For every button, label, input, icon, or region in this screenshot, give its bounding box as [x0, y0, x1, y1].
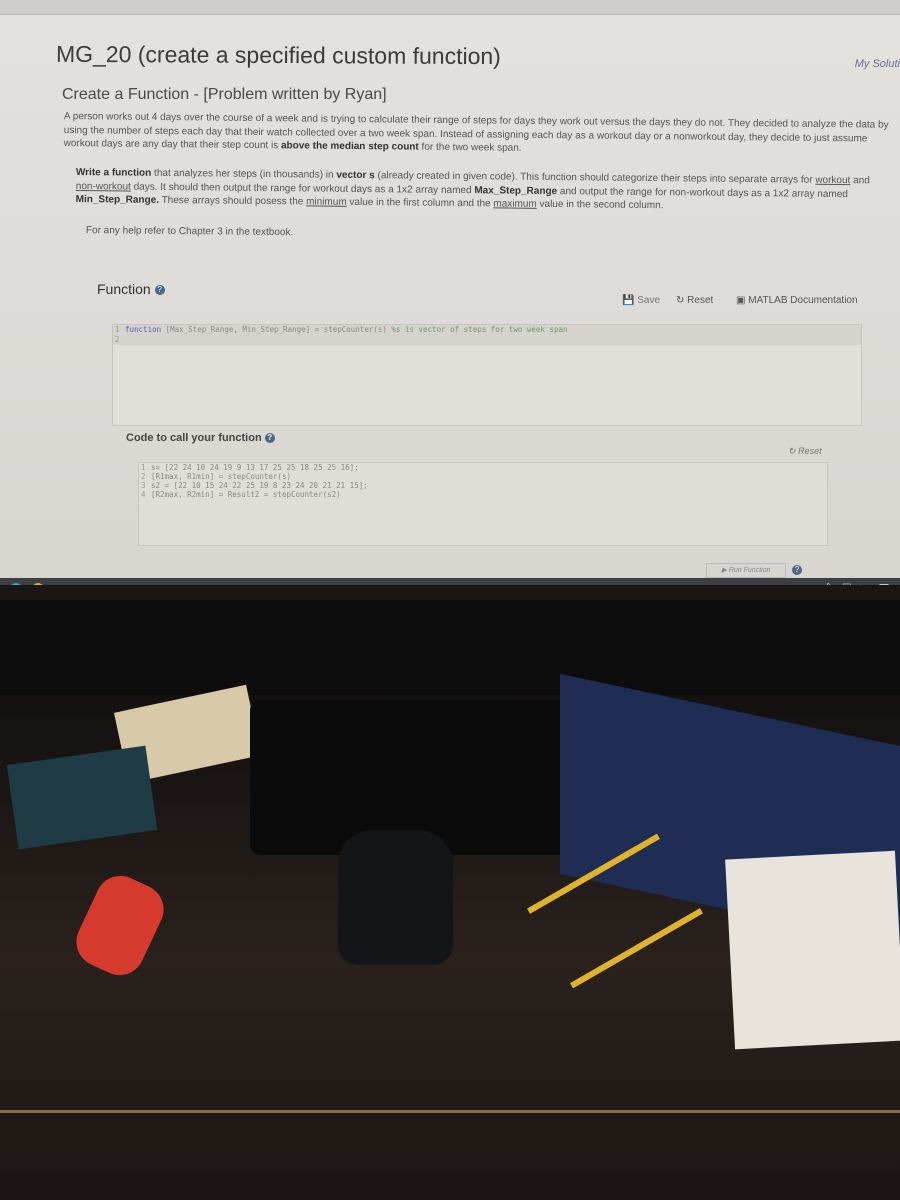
code-comment: %s is vector of steps for two week span: [391, 325, 568, 334]
taskbar: ^ ▣ ♪: [0, 578, 900, 585]
call-label-text: Code to call your function: [126, 432, 262, 444]
save-button[interactable]: 💾 Save: [622, 295, 660, 306]
arduino-board: [6, 745, 158, 850]
matlab-documentation-link[interactable]: ▣ MATLAB Documentation: [736, 295, 858, 306]
chrome-icon[interactable]: [32, 583, 44, 585]
text: for the two week span.: [418, 141, 522, 154]
run-function-button[interactable]: ▶ Run Function: [706, 563, 786, 578]
text: that analyzes her steps (in thousands) i…: [151, 167, 337, 181]
reset-label: Reset: [687, 295, 714, 306]
help-icon[interactable]: ?: [154, 285, 165, 296]
line-number: 4: [141, 490, 146, 499]
line-number: 2: [115, 335, 120, 344]
monitor-bezel: [0, 600, 900, 695]
text: and output the range for non-workout day…: [557, 185, 848, 200]
text-underline: minimum: [306, 196, 347, 208]
problem-heading: Create a Function - [Problem written by …: [62, 86, 387, 103]
app-icon[interactable]: [10, 583, 22, 585]
function-label-text: Function: [97, 281, 151, 297]
reset-label: Reset: [798, 446, 822, 456]
text-bold: Write a function: [75, 166, 152, 179]
line-number: 1: [115, 325, 120, 334]
monitor-screen: MG_20 (create a specified custom functio…: [0, 0, 900, 585]
save-label: Save: [637, 295, 661, 306]
text: and: [850, 175, 870, 187]
call-reset-button[interactable]: ↻ Reset: [788, 446, 822, 457]
text: These arrays should posess the: [158, 194, 307, 208]
text-bold: Min_Step_Range.: [75, 193, 160, 206]
code-text: [R2max, R2min] = Result2 = stepCounter(s…: [151, 490, 341, 499]
docs-label: MATLAB Documentation: [748, 295, 858, 306]
text-bold: vector s: [336, 169, 375, 182]
code-line: 2: [113, 335, 861, 345]
call-code-editor[interactable]: 1 s= [22 24 10 24 19 9 13 17 25 25 18 25 …: [138, 462, 828, 546]
text-bold: above the median step count: [280, 140, 419, 153]
text-bold: Max_Step_Range: [474, 184, 558, 197]
problem-paragraph-1: A person works out 4 days over the cours…: [64, 110, 889, 159]
page-title: MG_20 (create a specified custom functio…: [55, 40, 501, 70]
function-code-editor[interactable]: 1 function [Max_Step_Range, Min_Step_Rang…: [112, 324, 862, 426]
code-text: s= [22 24 10 24 19 9 13 17 25 25 18 25 2…: [151, 463, 359, 472]
volume-icon[interactable]: ♪: [858, 582, 863, 585]
code-line: 2 [R1max, R1min] = stepCounter(s): [139, 473, 827, 481]
eraser: [68, 867, 172, 984]
reset-button[interactable]: ↻ Reset: [676, 295, 713, 306]
cloud-icon[interactable]: [878, 584, 890, 585]
save-icon: 💾: [622, 295, 635, 306]
book-icon: ▣: [736, 295, 746, 306]
desk-edge: [0, 1110, 900, 1113]
text: days. It should then output the range fo…: [130, 181, 475, 196]
help-icon[interactable]: ?: [264, 433, 275, 444]
browser-top-bar: [0, 0, 900, 15]
code-line: 1 function [Max_Step_Range, Min_Step_Rang…: [113, 325, 861, 335]
text-underline: non-workout: [75, 180, 131, 193]
play-icon: ▶: [721, 567, 727, 574]
problem-paragraph-2: Write a function that analyzes her steps…: [76, 166, 876, 215]
code-line: 4 [R2max, R2min] = Result2 = stepCounter(…: [139, 490, 827, 499]
run-label: Run Function: [728, 567, 771, 574]
problem-paragraph-3: For any help refer to Chapter 3 in the t…: [85, 224, 294, 239]
desk-photo-background: [0, 600, 900, 1200]
reset-icon: ↻: [676, 295, 685, 306]
help-icon[interactable]: ?: [792, 565, 802, 575]
pencil-sharpener: [338, 830, 453, 965]
text: value in the first column and the: [346, 196, 494, 210]
code-keyword: function: [125, 325, 162, 334]
text: value in the second column.: [536, 198, 664, 212]
code-text: s2 = [22 10 15 24 22 25 19 8 23 24 20 21…: [151, 481, 368, 490]
reset-icon: ↻: [788, 446, 796, 456]
network-icon[interactable]: ▣: [842, 582, 851, 585]
text-underline: maximum: [493, 198, 537, 210]
code-text: [Max_Step_Range, Min_Step_Range] = stepC…: [161, 325, 392, 334]
call-section-label: Code to call your function ?: [126, 432, 275, 444]
code-line: 3 s2 = [22 10 15 24 22 25 19 8 23 24 20 2…: [139, 481, 827, 490]
line-number: 3: [141, 481, 146, 490]
code-text: [R1max, R1min] = stepCounter(s): [151, 472, 291, 481]
function-section-label: Function ?: [97, 281, 165, 297]
tray-chevron-icon[interactable]: ^: [826, 582, 831, 585]
line-number: 2: [141, 472, 146, 481]
textbook: [725, 850, 900, 1050]
my-solutions-link[interactable]: My Soluti: [855, 58, 900, 70]
text-underline: workout: [815, 174, 851, 187]
